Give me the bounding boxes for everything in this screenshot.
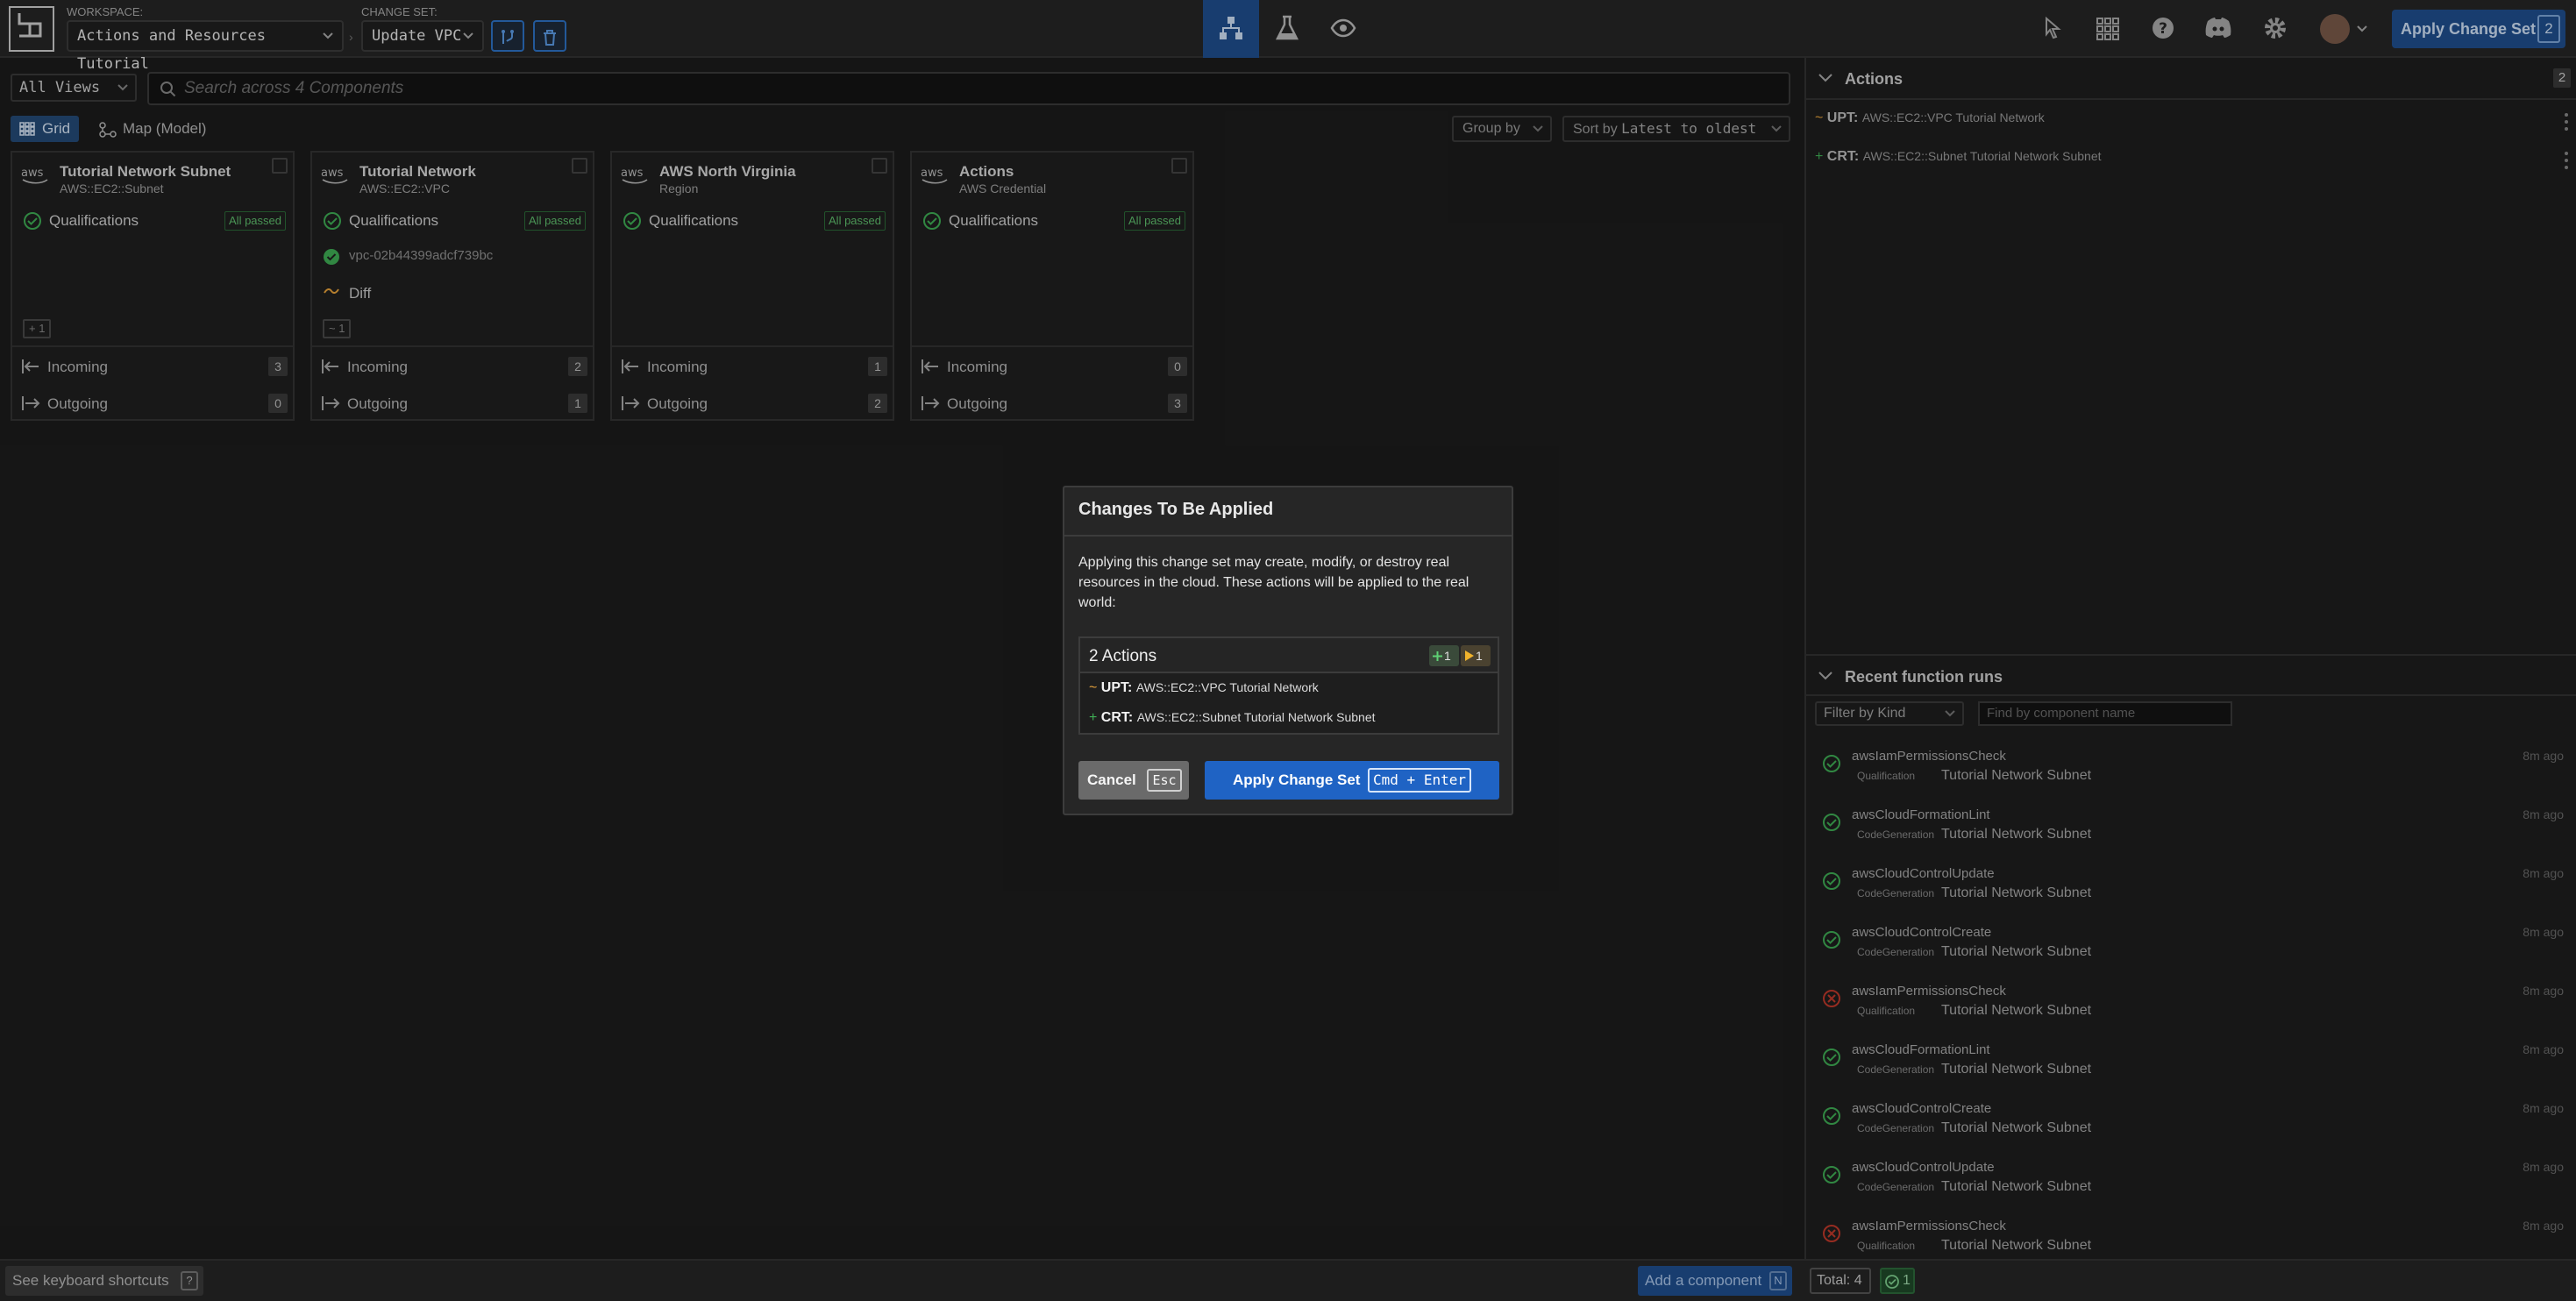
- modal-actions-header: 2 Actions 1 1: [1080, 638, 1498, 673]
- create-count-badge: 1: [1429, 645, 1459, 666]
- apply-changeset-modal: Changes To Be Applied Applying this chan…: [1063, 486, 1513, 815]
- tilde-icon: ~: [1089, 680, 1098, 695]
- apply-changeset-label: Apply Change Set: [1233, 771, 1361, 788]
- modal-action-kind: UPT:: [1100, 680, 1133, 695]
- modal-title: Changes To Be Applied: [1078, 500, 1274, 519]
- modal-actions-title: 2 Actions: [1089, 647, 1157, 665]
- modal-action-item: + CRT: AWS::EC2::Subnet Tutorial Network…: [1089, 710, 1492, 736]
- plus-icon: +: [1089, 710, 1098, 725]
- cancel-button[interactable]: Cancel Esc: [1078, 761, 1189, 800]
- modal-action-target: AWS::EC2::VPC Tutorial Network: [1135, 680, 1319, 694]
- modal-action-item: ~ UPT: AWS::EC2::VPC Tutorial Network: [1089, 680, 1492, 707]
- modal-body-text: Applying this change set may create, mod…: [1078, 555, 1469, 610]
- cancel-key-hint: Esc: [1147, 769, 1182, 792]
- update-count-badge: 1: [1461, 645, 1491, 666]
- modal-actions-list: 2 Actions 1 1 ~ UPT: AWS::EC2::VPC Tutor…: [1078, 636, 1499, 735]
- modal-action-kind: CRT:: [1100, 710, 1134, 725]
- apply-key-hint: Cmd + Enter: [1368, 768, 1471, 793]
- plus-icon: [1433, 651, 1442, 661]
- play-icon: [1465, 650, 1474, 661]
- modal-action-target: AWS::EC2::Subnet Tutorial Network Subnet: [1136, 710, 1376, 724]
- create-count: 1: [1444, 649, 1451, 663]
- update-count: 1: [1476, 649, 1483, 663]
- apply-changeset-button[interactable]: Apply Change Set Cmd + Enter: [1205, 761, 1499, 800]
- modal-divider: [1064, 535, 1512, 537]
- cancel-label: Cancel: [1087, 771, 1136, 788]
